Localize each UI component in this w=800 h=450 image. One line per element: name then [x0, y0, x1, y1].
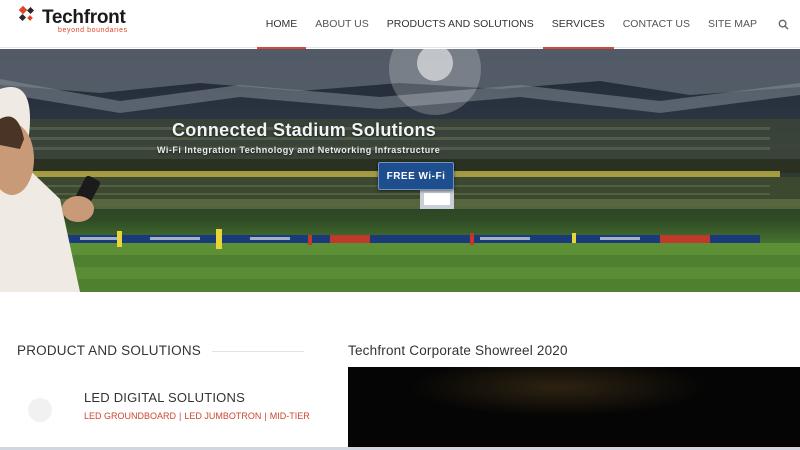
video-frame-glow	[408, 367, 708, 417]
free-wifi-button[interactable]: FREE Wi-Fi	[378, 162, 454, 190]
nav-products-label: PRODUCTS AND SOLUTIONS	[386, 18, 534, 30]
link-separator: |	[264, 411, 267, 421]
nav-about-us-label: ABOUT US	[315, 18, 369, 30]
link-mid-tier[interactable]: MID-TIER	[270, 411, 310, 421]
free-wifi-button-label: FREE Wi-Fi	[386, 170, 446, 182]
search-icon	[778, 19, 789, 30]
site-header: Techfront beyond boundaries HOME ABOUT U…	[0, 0, 800, 49]
nav-home-label: HOME	[265, 18, 298, 30]
link-led-jumbotron[interactable]: LED JUMBOTRON	[184, 411, 261, 421]
led-solutions-links: LED GROUNDBOARD | LED JUMBOTRON | MID-TIER	[84, 411, 310, 421]
logo[interactable]: Techfront beyond boundaries	[18, 5, 158, 35]
main-nav: HOME ABOUT US PRODUCTS AND SOLUTIONS SER…	[256, 0, 800, 49]
showreel-heading: Techfront Corporate Showreel 2020	[348, 343, 568, 358]
logo-name: Techfront	[42, 7, 126, 28]
nav-products-and-solutions[interactable]: PRODUCTS AND SOLUTIONS	[378, 0, 543, 48]
nav-site-map[interactable]: SITE MAP	[699, 0, 766, 48]
hero-subtitle: Wi-Fi Integration Technology and Network…	[157, 145, 441, 155]
showreel-video[interactable]	[348, 367, 800, 450]
link-led-groundboard[interactable]: LED GROUNDBOARD	[84, 411, 176, 421]
search-button[interactable]	[766, 0, 800, 48]
nav-about-us[interactable]: ABOUT US	[306, 0, 377, 48]
nav-contact-us[interactable]: CONTACT US	[614, 0, 699, 48]
led-solutions-icon	[28, 398, 52, 422]
nav-site-map-label: SITE MAP	[707, 18, 757, 30]
nav-home[interactable]: HOME	[256, 0, 307, 49]
link-separator: |	[179, 411, 182, 421]
products-heading-rule	[212, 351, 304, 352]
nav-services[interactable]: SERVICES	[542, 0, 614, 49]
products-heading: PRODUCT AND SOLUTIONS	[17, 343, 201, 358]
logo-mark-icon	[18, 5, 35, 22]
nav-contact-us-label: CONTACT US	[622, 18, 690, 30]
nav-services-label: SERVICES	[551, 18, 605, 30]
hero-title: Connected Stadium Solutions	[172, 120, 437, 140]
logo-tagline: beyond boundaries	[58, 27, 128, 34]
hero-banner: Connected Stadium Solutions Wi-Fi Integr…	[0, 49, 800, 292]
led-solutions-title[interactable]: LED DIGITAL SOLUTIONS	[84, 390, 245, 405]
